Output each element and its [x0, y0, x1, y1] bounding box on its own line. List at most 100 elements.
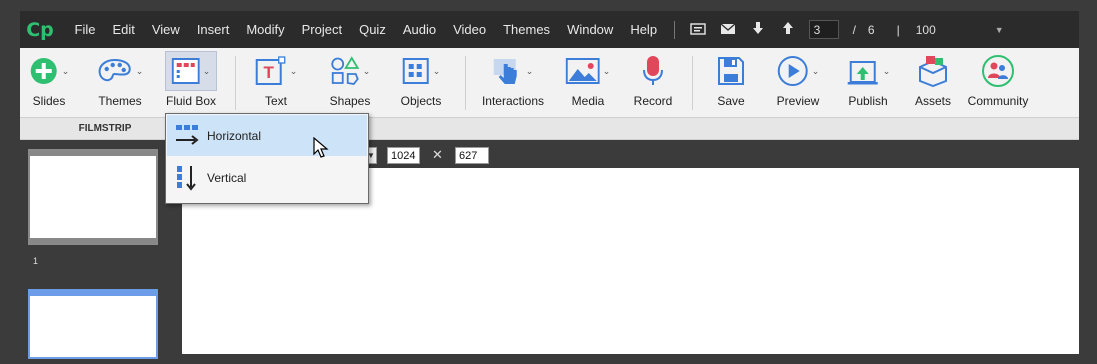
zoom-value: 100: [915, 22, 936, 37]
media-button[interactable]: ⌄ Media: [560, 48, 616, 118]
mail-icon[interactable]: [719, 22, 737, 38]
horizontal-label: Horizontal: [207, 128, 262, 143]
slide-separator: /: [852, 22, 856, 37]
thumbnail-bottom-bar: [30, 238, 156, 243]
slides-label: Slides: [32, 94, 66, 108]
fluid-box-label: Fluid Box: [165, 94, 217, 108]
fluid-box-horizontal-option[interactable]: Horizontal: [167, 115, 367, 156]
menu-file[interactable]: File: [66, 11, 104, 48]
mouse-cursor-icon: [313, 136, 329, 164]
thumbnail-top-bar: [30, 291, 156, 296]
filmstrip-panel: 1: [20, 140, 182, 359]
arrow-up-icon[interactable]: [779, 21, 797, 38]
toolbar: ⌄ Slides ⌄ Themes ⌄ Fluid Box T ⌄ Text ⌄…: [20, 48, 1079, 118]
menu-separator: [673, 20, 675, 39]
slide-number-label: 1: [33, 256, 39, 266]
slide-total: 6: [867, 22, 875, 37]
record-button[interactable]: Record: [628, 48, 678, 118]
preview-button[interactable]: ⌄ Preview: [768, 48, 828, 118]
publish-label: Publish: [848, 94, 888, 108]
menu-bar: Cp File Edit View Insert Modify Project …: [20, 11, 1079, 48]
vertical-layout-icon: [167, 157, 207, 198]
slide-number-input[interactable]: [808, 20, 839, 39]
preview-label: Preview: [776, 94, 820, 108]
menu-video[interactable]: Video: [445, 11, 495, 48]
times-icon: ✕: [432, 147, 443, 162]
menu-quiz[interactable]: Quiz: [351, 11, 395, 48]
text-icon: T ⌄: [255, 54, 298, 88]
chevron-down-icon: ⌄: [811, 65, 820, 76]
menu-insert[interactable]: Insert: [188, 11, 238, 48]
themes-button[interactable]: ⌄ Themes: [87, 48, 153, 118]
play-icon: ⌄: [777, 54, 820, 88]
chevron-down-icon: ⌄: [135, 65, 144, 76]
vertical-label: Vertical: [207, 170, 247, 185]
fluid-box-button[interactable]: ⌄ Fluid Box: [163, 48, 219, 118]
chevron-down-icon: ⌄: [432, 65, 441, 76]
slide-thumbnail[interactable]: [28, 149, 158, 245]
closed-caption-icon[interactable]: [689, 22, 707, 38]
menu-project[interactable]: Project: [293, 11, 350, 48]
stage-height-input[interactable]: [455, 147, 489, 164]
arrow-down-icon[interactable]: [749, 21, 767, 38]
assets-label: Assets: [914, 94, 951, 108]
objects-button[interactable]: ⌄ Objects: [393, 48, 449, 118]
chevron-down-icon: ⌄: [289, 65, 298, 76]
fluid-box-vertical-option[interactable]: Vertical: [167, 157, 367, 198]
assets-button[interactable]: Assets: [908, 48, 958, 118]
chevron-down-icon: ⌄: [202, 65, 211, 76]
shapes-icon: ⌄: [330, 54, 371, 88]
slide-thumbnail-selected[interactable]: [28, 289, 158, 359]
community-button[interactable]: Community: [967, 48, 1029, 118]
save-disk-icon: [717, 54, 745, 88]
menu-help[interactable]: Help: [622, 11, 666, 48]
app-window: Cp File Edit View Insert Modify Project …: [0, 0, 1097, 364]
assets-box-icon: [916, 54, 950, 88]
microphone-icon: [642, 54, 664, 88]
svg-text:T: T: [264, 63, 275, 82]
menu-themes[interactable]: Themes: [495, 11, 559, 48]
interactions-label: Interactions: [481, 94, 545, 108]
add-slide-icon: ⌄: [29, 54, 70, 88]
toolbar-divider: [465, 56, 466, 110]
image-icon: ⌄: [565, 54, 611, 88]
toolbar-divider: [235, 56, 236, 110]
stage-width-input[interactable]: [387, 147, 420, 164]
fluid-box-icon: ⌄: [171, 54, 211, 88]
chevron-down-icon: ⌄: [602, 65, 611, 76]
zoom-select[interactable]: 100 ▼: [912, 20, 1008, 39]
zoom-divider: |: [896, 22, 900, 37]
menu-audio[interactable]: Audio: [394, 11, 444, 48]
text-button[interactable]: T ⌄ Text: [250, 48, 302, 118]
objects-icon: ⌄: [402, 54, 441, 88]
media-label: Media: [571, 94, 605, 108]
save-label: Save: [717, 94, 745, 108]
menu-window[interactable]: Window: [559, 11, 622, 48]
palette-icon: ⌄: [97, 54, 144, 88]
chevron-down-icon: ⌄: [61, 65, 70, 76]
chevron-down-icon: ⌄: [882, 65, 891, 76]
menu-modify[interactable]: Modify: [238, 11, 293, 48]
publish-button[interactable]: ⌄ Publish: [838, 48, 898, 118]
app-logo: Cp: [26, 18, 54, 41]
slides-button[interactable]: ⌄ Slides: [23, 48, 75, 118]
shapes-label: Shapes: [329, 94, 371, 108]
shapes-button[interactable]: ⌄ Shapes: [321, 48, 379, 118]
chevron-down-icon: ⌄: [362, 65, 371, 76]
interactions-button[interactable]: ⌄ Interactions: [478, 48, 548, 118]
objects-label: Objects: [400, 94, 442, 108]
menu-edit[interactable]: Edit: [104, 11, 143, 48]
menu-view[interactable]: View: [143, 11, 188, 48]
chevron-down-icon: ⌄: [525, 65, 534, 76]
fluid-box-dropdown: Horizontal Vertical: [165, 113, 369, 204]
toolbar-divider: [692, 56, 693, 110]
themes-label: Themes: [98, 94, 142, 108]
publish-icon: ⌄: [846, 54, 891, 88]
chevron-down-icon: ▼: [994, 24, 1004, 35]
text-label: Text: [264, 94, 287, 108]
horizontal-layout-icon: [167, 115, 207, 156]
save-button[interactable]: Save: [706, 48, 756, 118]
thumbnail-top-bar: [30, 151, 156, 156]
community-label: Community: [967, 94, 1029, 108]
hand-pointer-icon: ⌄: [493, 54, 534, 88]
